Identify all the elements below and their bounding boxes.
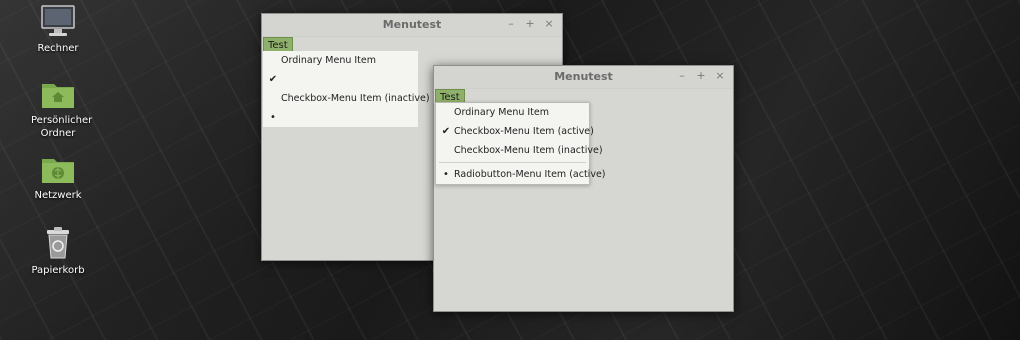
menu-item-checkbox-active[interactable]: ✔ Checkbox-Menu Item (active) bbox=[436, 122, 594, 141]
maximize-button[interactable]: + bbox=[694, 69, 708, 82]
menu-item-label: Checkbox-Menu Item (inactive) bbox=[281, 93, 430, 104]
network-folder-icon bbox=[42, 159, 74, 183]
radio-dot-icon: • bbox=[443, 169, 449, 180]
menu-item-label: Ordinary Menu Item bbox=[281, 55, 377, 66]
radio-dot-icon: • bbox=[270, 112, 276, 123]
menu-item-checkbox-inactive[interactable]: Checkbox-Menu Item (inactive) bbox=[436, 141, 603, 160]
test-menu-dropdown: Ordinary Menu Item ✔ Checkbox-Menu Item … bbox=[263, 51, 430, 127]
menutest-window-front: Menutest – + × Test Ordinary Menu Item ✔… bbox=[433, 65, 734, 312]
menu-item-radio-active[interactable]: • Radiobutton-Menu Item (active) bbox=[436, 165, 605, 184]
close-button[interactable]: × bbox=[542, 17, 556, 30]
desktop-icon-label: Persönlicher Ordner bbox=[31, 115, 93, 139]
menu-item-label: Checkbox-Menu Item (inactive) bbox=[454, 145, 603, 156]
desktop-icon-label: Rechner bbox=[37, 43, 79, 54]
menu-item-label: Checkbox-Menu Item (active) bbox=[454, 126, 594, 137]
desktop-icon-home[interactable]: Persönlicher Ordner bbox=[13, 80, 103, 140]
desktop-icon-label: Papierkorb bbox=[31, 265, 85, 276]
titlebar[interactable]: Menutest – + × bbox=[262, 14, 562, 37]
menu-item-ordinary[interactable]: Ordinary Menu Item bbox=[436, 103, 589, 122]
minimize-button[interactable]: – bbox=[675, 69, 689, 82]
maximize-button[interactable]: + bbox=[523, 17, 537, 30]
menu-separator bbox=[439, 162, 586, 163]
test-menu-dropdown: Ordinary Menu Item ✔ Checkbox-Menu Item … bbox=[435, 102, 606, 185]
home-folder-icon bbox=[42, 84, 74, 108]
desktop-icon-netzwerk[interactable]: Netzwerk bbox=[13, 155, 103, 202]
checkmark-icon: ✔ bbox=[441, 126, 451, 137]
desktop-icon-papierkorb[interactable]: Papierkorb bbox=[13, 226, 103, 277]
menu-item-label: Radiobutton-Menu Item (active) bbox=[454, 169, 606, 180]
minimize-button[interactable]: – bbox=[504, 17, 518, 30]
menu-item-ordinary[interactable]: Ordinary Menu Item bbox=[263, 51, 418, 70]
desktop-icon-rechner[interactable]: Rechner bbox=[13, 4, 103, 55]
close-button[interactable]: × bbox=[713, 69, 727, 82]
titlebar[interactable]: Menutest – + × bbox=[434, 66, 733, 89]
checkmark-icon: ✔ bbox=[268, 74, 278, 85]
desktop-icon-label: Netzwerk bbox=[34, 190, 82, 201]
menu-item-checkbox-inactive[interactable]: Checkbox-Menu Item (inactive) bbox=[263, 89, 430, 108]
desktop-background: Rechner Persönlicher Ordner Netzwerk Pap… bbox=[0, 0, 1020, 340]
monitor-icon bbox=[41, 5, 75, 36]
menu-item-radio-active[interactable]: • bbox=[263, 108, 418, 127]
trash-icon bbox=[47, 227, 69, 259]
menu-item-label: Ordinary Menu Item bbox=[454, 107, 550, 118]
menu-item-checkbox-active[interactable]: ✔ bbox=[263, 70, 418, 89]
